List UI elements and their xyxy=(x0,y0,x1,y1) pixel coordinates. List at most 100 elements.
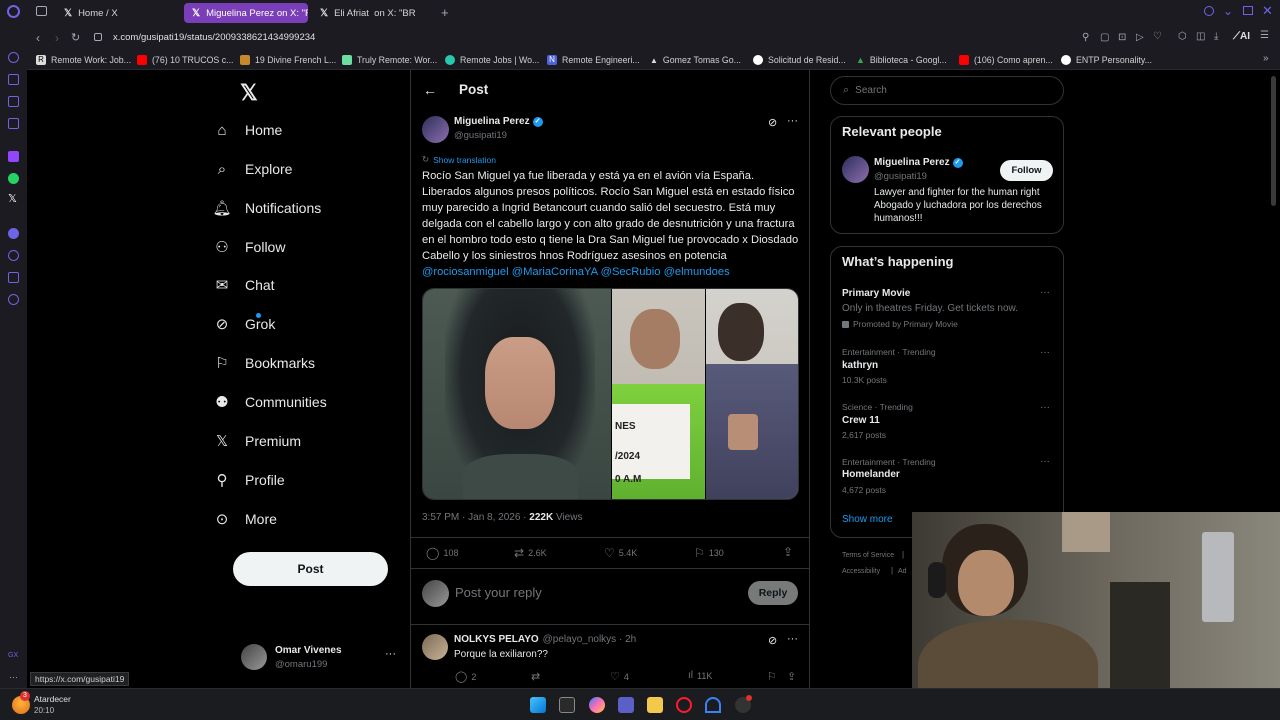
like-action[interactable]: ♡ 5.4K xyxy=(604,546,637,560)
chevron-down-icon[interactable]: ⌄ xyxy=(1223,4,1233,18)
tab-miguelina[interactable]: 𝕏 Miguelina Perez on X: "Ro xyxy=(184,3,308,23)
grok-icon[interactable]: ⊘ xyxy=(768,634,777,647)
trend-title[interactable]: Homelander xyxy=(842,469,900,480)
nav-explore[interactable]: ⌕ Explore xyxy=(213,156,293,182)
bookmark-item[interactable]: (76) 10 TRUCOS c... xyxy=(137,53,233,67)
shield-icon[interactable]: ⊡ xyxy=(1118,32,1126,43)
more-icon[interactable]: ··· xyxy=(9,672,18,682)
workspace-icon[interactable] xyxy=(8,74,19,85)
more-icon[interactable]: ··· xyxy=(787,633,798,645)
screenshot-icon[interactable]: ▢ xyxy=(1100,32,1109,43)
more-bookmarks-icon[interactable]: » xyxy=(1263,53,1269,64)
detention-photo[interactable]: NES /2024 0 A.M xyxy=(612,289,705,499)
show-translation-link[interactable]: ↻ Show translation xyxy=(422,154,496,165)
camera-icon[interactable]: ◫ xyxy=(1196,31,1205,42)
whatsapp-icon[interactable] xyxy=(8,173,19,184)
nav-profile[interactable]: ⚲ Profile xyxy=(213,467,285,493)
detention-photo-2[interactable] xyxy=(706,289,798,499)
follow-button[interactable]: Follow xyxy=(1000,160,1053,181)
account-menu-icon[interactable]: ··· xyxy=(385,648,396,660)
extension-icon[interactable]: ⚲ xyxy=(1082,32,1089,43)
like-action[interactable]: ♡ 4 xyxy=(610,670,629,683)
mention-link[interactable]: @SecRubio xyxy=(601,266,661,278)
nav-follow[interactable]: ⚇ Follow xyxy=(213,234,285,260)
person-name[interactable]: Miguelina Perez ✓ xyxy=(874,157,963,168)
heart-icon[interactable]: ♡ xyxy=(1153,31,1162,42)
back-arrow-icon[interactable]: ← xyxy=(423,82,437,98)
close-icon[interactable]: ✕ xyxy=(1262,3,1273,19)
mention-link[interactable]: @elmundoes xyxy=(664,266,730,278)
new-tab-icon[interactable]: + xyxy=(441,5,449,20)
author-name[interactable]: Miguelina Perez ✓ xyxy=(454,116,543,127)
reply-author[interactable]: NOLKYS PELAYO @pelayo_nolkys · 2h xyxy=(454,634,636,645)
account-name[interactable]: Omar Vivenes xyxy=(275,645,342,656)
download-icon[interactable]: ⤓ xyxy=(1214,31,1218,42)
nav-chat[interactable]: ✉ Chat xyxy=(213,272,275,298)
gx-icon[interactable]: GX xyxy=(8,652,18,659)
views-action[interactable]: ıl 11K xyxy=(688,670,712,681)
repost-icon[interactable]: ⇄ xyxy=(531,670,540,683)
trend-title[interactable]: Crew 11 xyxy=(842,415,880,426)
windows-start-icon[interactable] xyxy=(530,697,546,713)
nav-premium[interactable]: 𝕏 Premium xyxy=(213,428,301,454)
scrollbar[interactable] xyxy=(1271,76,1276,206)
settings-icon[interactable] xyxy=(8,294,19,305)
footer-link[interactable]: Ad xyxy=(898,568,907,575)
minimize-icon[interactable] xyxy=(1243,6,1253,15)
opera-logo-icon[interactable] xyxy=(7,5,20,18)
bookmark-item[interactable]: N Remote Engineeri... xyxy=(547,53,640,67)
teams-icon[interactable] xyxy=(618,697,634,713)
reply-action[interactable]: ◯ 2 xyxy=(455,670,476,683)
author-handle[interactable]: @gusipati19 xyxy=(454,130,507,141)
more-icon[interactable]: ··· xyxy=(1040,287,1050,298)
bookmark-item[interactable]: ▲ Gomez Tomas Go... xyxy=(650,53,741,67)
search-icon[interactable] xyxy=(1204,6,1214,16)
trend-title[interactable]: kathryn xyxy=(842,360,878,371)
nav-communities[interactable]: ⚉ Communities xyxy=(213,389,326,415)
bookmark-item[interactable]: Remote Jobs | Wo... xyxy=(445,53,539,67)
account-handle[interactable]: @omaru199 xyxy=(275,659,327,670)
share-icon[interactable]: ⇪ xyxy=(787,670,796,683)
opera-icon[interactable] xyxy=(676,697,692,713)
app-icon[interactable] xyxy=(705,697,721,713)
mention-link[interactable]: @rociosanmiguel xyxy=(422,266,509,278)
music-icon[interactable] xyxy=(8,228,19,239)
nav-grok[interactable]: ⊘ Grok xyxy=(213,311,276,337)
copilot-icon[interactable] xyxy=(589,697,605,713)
x-logo-icon[interactable]: 𝕏 xyxy=(8,192,17,205)
reload-icon[interactable]: ↻ xyxy=(71,31,80,44)
share-icon[interactable]: ⇪ xyxy=(783,545,793,559)
menu-icon[interactable]: ☰ xyxy=(1260,30,1269,41)
reply-input[interactable]: Post your reply xyxy=(455,585,542,600)
pinboard-icon[interactable] xyxy=(8,96,19,107)
portrait-photo[interactable] xyxy=(423,289,611,499)
search-input[interactable]: ⌕ Search xyxy=(830,76,1064,105)
back-icon[interactable]: ‹ xyxy=(36,31,40,45)
forward-icon[interactable]: › xyxy=(55,31,59,45)
bookmark-action[interactable]: ⚐ 130 xyxy=(694,546,724,560)
more-icon[interactable]: ··· xyxy=(1040,402,1050,413)
avatar[interactable] xyxy=(422,116,449,143)
ai-button[interactable]: ⟋AI xyxy=(1233,31,1250,42)
avatar[interactable] xyxy=(842,156,869,183)
nav-more[interactable]: ⊙ More xyxy=(213,506,277,532)
bookmark-item[interactable]: (106) Como apren... xyxy=(959,53,1053,67)
puzzle-icon[interactable]: ⬡ xyxy=(1178,31,1187,42)
bookmark-icon[interactable]: ⚐ xyxy=(767,670,777,683)
nav-bookmarks[interactable]: ⚐ Bookmarks xyxy=(213,350,315,376)
bookmark-item[interactable]: 19 Divine French L... xyxy=(240,53,336,67)
repost-action[interactable]: ⇄ 2.6K xyxy=(514,546,547,560)
history-icon[interactable] xyxy=(8,250,19,261)
more-icon[interactable]: ··· xyxy=(1040,456,1050,467)
show-more-link[interactable]: Show more xyxy=(842,514,893,525)
twitch-icon[interactable] xyxy=(8,151,19,162)
weather-title[interactable]: Atardecer xyxy=(34,694,71,704)
nav-notifications[interactable]: 🔔︎ Notifications xyxy=(212,195,321,221)
more-icon[interactable]: ··· xyxy=(1040,347,1050,358)
grok-icon[interactable]: ⊘ xyxy=(768,116,777,129)
tab-home[interactable]: 𝕏 Home / X xyxy=(56,3,180,23)
send-icon[interactable] xyxy=(8,272,19,283)
bookmark-item[interactable]: ENTP Personality... xyxy=(1061,53,1152,67)
file-explorer-icon[interactable] xyxy=(647,697,663,713)
url-field[interactable]: x.com/gusipati19/status/2009338621434999… xyxy=(113,32,315,43)
